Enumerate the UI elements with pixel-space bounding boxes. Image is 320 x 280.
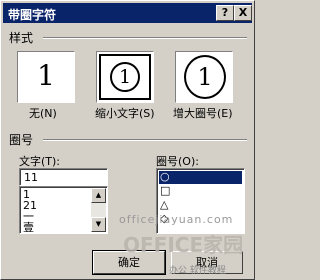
circle-divider <box>43 139 247 141</box>
enclosure-item-square[interactable]: □ <box>160 185 225 197</box>
style-divider <box>43 37 247 39</box>
small-circled-one-glyph: 1 <box>110 62 140 92</box>
style-section-label: 样式 <box>9 31 34 45</box>
enclosure-field-label: 圈号(O): <box>156 155 199 168</box>
large-circled-one-glyph: 1 <box>184 55 226 99</box>
enclosure-item-triangle[interactable]: △ <box>160 199 225 211</box>
dialog-window: 带圈字符 ? X 样式 1 1 1 无(N) 缩小文字(S) 增大圈号(E) 圈… <box>0 0 255 280</box>
style-enlarge-symbol-label[interactable]: 增大圈号(E) <box>173 105 233 121</box>
style-enlarge-symbol-option[interactable]: 1 <box>175 51 233 103</box>
text-field-label: 文字(T): <box>19 155 61 168</box>
watermark-url: officejiayuan.com <box>119 213 234 226</box>
watermark-brand: OFFICE家园 <box>123 233 244 257</box>
scroll-up-icon[interactable]: ▲ <box>91 188 106 203</box>
style-shrink-text-label[interactable]: 缩小文字(S) <box>95 105 155 121</box>
plain-one-glyph: 1 <box>37 59 55 92</box>
text-input[interactable]: 11 <box>19 168 108 186</box>
text-list[interactable]: 1 21 一 壹 ▲ ▼ <box>19 186 108 234</box>
close-button[interactable]: X <box>234 5 252 21</box>
text-list-scrollbar[interactable]: ▲ ▼ <box>91 188 106 232</box>
help-button[interactable]: ? <box>216 5 234 21</box>
style-none-label[interactable]: 无(N) <box>29 105 57 121</box>
style-none-option[interactable]: 1 <box>17 51 75 103</box>
title-bar[interactable]: 带圈字符 ? X <box>3 3 252 23</box>
dialog-title: 带圈字符 <box>8 8 57 22</box>
circle-section-label: 圈号 <box>9 133 34 147</box>
enclosure-item-circle[interactable]: ○ <box>160 171 225 183</box>
style-shrink-text-option[interactable]: 1 <box>96 51 154 103</box>
scroll-down-icon[interactable]: ▼ <box>91 217 106 232</box>
list-item[interactable]: 壹 <box>23 222 88 234</box>
watermark-tagline: 办公 软件教程 <box>169 266 226 276</box>
text-input-value: 11 <box>24 171 38 184</box>
